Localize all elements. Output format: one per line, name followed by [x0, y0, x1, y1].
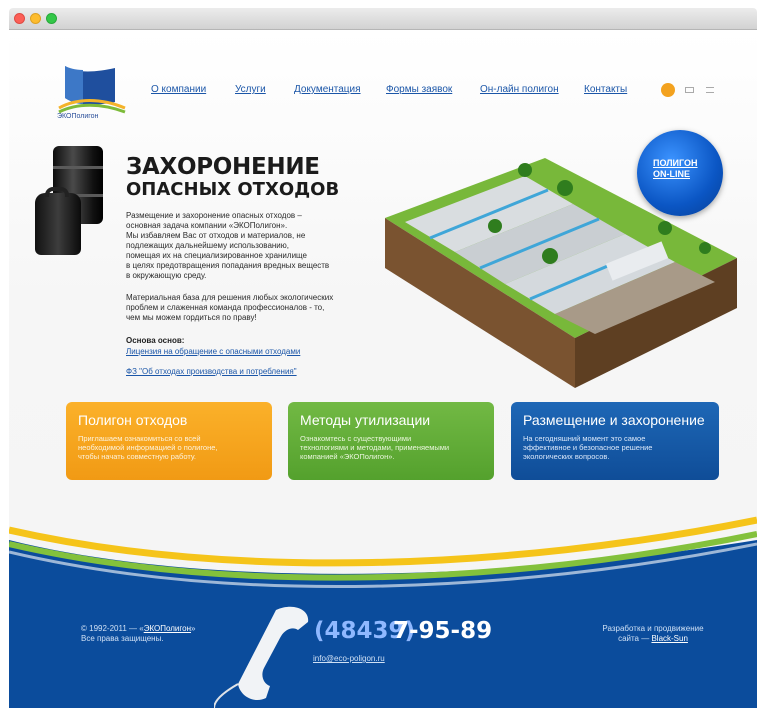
mail-icon[interactable] — [685, 87, 694, 93]
law-link[interactable]: ФЗ "Об отходах производства и потреблени… — [126, 367, 297, 376]
text-line: в целях предотвращения попадания вредных… — [126, 261, 330, 270]
close-window-button[interactable] — [14, 13, 25, 24]
company-link[interactable]: ЭКОПолигон — [144, 624, 191, 633]
developer-line: Разработка и продвижение — [602, 624, 704, 633]
text-line: экологических вопросов. — [523, 452, 610, 461]
sitemap-icon[interactable] — [706, 87, 714, 93]
card-title: Размещение и захоронение — [523, 412, 705, 428]
nav-item-contacts[interactable]: Контакты — [584, 84, 627, 95]
text-line: основная задача компании «ЭКОПолигон». — [126, 221, 288, 230]
home-icon[interactable] — [661, 83, 675, 97]
polygon-online-label-2: ON-LINE — [653, 169, 690, 179]
text-line: Мы избавляем Вас от отходов и материалов… — [126, 231, 306, 240]
browser-window: ЭКОПолигон О компании Услуги Документаци… — [0, 0, 761, 708]
basis-label: Основа основ: — [126, 336, 185, 345]
card-title: Методы утилизации — [300, 412, 431, 428]
nav-item-about[interactable]: О компании — [151, 84, 206, 95]
text-line: Размещение и захоронение опасных отходов… — [126, 211, 302, 220]
polygon-online-button[interactable]: ПОЛИГОН ON-LINE — [637, 130, 723, 216]
text-line: необходимой информацией о полигоне, — [78, 443, 218, 452]
phone-number: 7-95-89 — [393, 618, 493, 644]
zoom-window-button[interactable] — [46, 13, 57, 24]
developer-prefix: сайта — — [618, 634, 652, 643]
card-description: Ознакомтесь с существующими технологиями… — [300, 434, 482, 461]
nav-item-services[interactable]: Услуги — [235, 84, 266, 95]
text-line: в окружающую среду. — [126, 271, 207, 280]
text-line: эффективное и безопасное решение — [523, 443, 653, 452]
text-line: помещая их на специализированное хранили… — [126, 251, 307, 260]
card-description: Приглашаем ознакомиться со всей необходи… — [78, 434, 260, 461]
rights-text: Все права защищены. — [81, 634, 164, 643]
card-title: Полигон отходов — [78, 412, 188, 428]
license-link[interactable]: Лицензия на обращение с опасными отходам… — [126, 347, 300, 356]
nav-item-documentation[interactable]: Документация — [294, 84, 361, 95]
nav-item-online-polygon[interactable]: Он-лайн полигон — [480, 84, 559, 95]
developer-credit: Разработка и продвижение сайта — Black-S… — [593, 624, 713, 644]
telephone-handset-icon — [214, 606, 309, 708]
hero-subtitle: ОПАСНЫХ ОТХОДОВ — [126, 179, 340, 200]
email-link[interactable]: info@eco-poligon.ru — [313, 654, 385, 663]
text-line: Ознакомтесь с существующими — [300, 434, 412, 443]
copyright-prefix: © 1992-2011 — « — [81, 624, 144, 633]
text-line: проблем и слаженная команда профессионал… — [126, 303, 325, 312]
text-line: технологиями и методами, применяемыми — [300, 443, 450, 452]
minimize-window-button[interactable] — [30, 13, 41, 24]
hero-paragraph-2: Материальная база для решения любых экол… — [126, 293, 366, 323]
card-description: На сегодняшний момент это самое эффектив… — [523, 434, 707, 461]
copyright-line: © 1992-2011 — «ЭКОПолигон» — [81, 624, 195, 634]
polygon-online-label-1: ПОЛИГОН — [653, 158, 698, 168]
canister-image — [35, 187, 81, 255]
text-line: Приглашаем ознакомиться со всей — [78, 434, 201, 443]
text-line: чем мы можем гордиться по праву! — [126, 313, 257, 322]
text-line: Материальная база для решения любых экол… — [126, 293, 334, 302]
card-placement[interactable]: Размещение и захоронение На сегодняшний … — [511, 402, 719, 480]
developer-link[interactable]: Black-Sun — [651, 634, 687, 643]
footer-background — [9, 516, 757, 708]
nav-item-request-forms[interactable]: Формы заявок — [386, 84, 452, 95]
text-line: На сегодняшний момент это самое — [523, 434, 646, 443]
card-methods[interactable]: Методы утилизации Ознакомтесь с существу… — [288, 402, 494, 480]
logo-text: ЭКОПолигон — [57, 113, 99, 120]
hero-title: ЗАХОРОНЕНИЕ — [126, 154, 320, 180]
window-titlebar — [9, 8, 757, 30]
hero-paragraph-1: Размещение и захоронение опасных отходов… — [126, 211, 366, 281]
text-line: подлежащих дальнейшему использованию, — [126, 241, 289, 250]
copyright: © 1992-2011 — «ЭКОПолигон» Все права защ… — [81, 624, 195, 644]
text-line: компанией «ЭКОПолигон». — [300, 452, 395, 461]
copyright-suffix: » — [191, 624, 196, 633]
text-line: чтобы начать совместную работу. — [78, 452, 196, 461]
card-polygon[interactable]: Полигон отходов Приглашаем ознакомиться … — [66, 402, 272, 480]
web-page: ЭКОПолигон О компании Услуги Документаци… — [9, 30, 757, 708]
